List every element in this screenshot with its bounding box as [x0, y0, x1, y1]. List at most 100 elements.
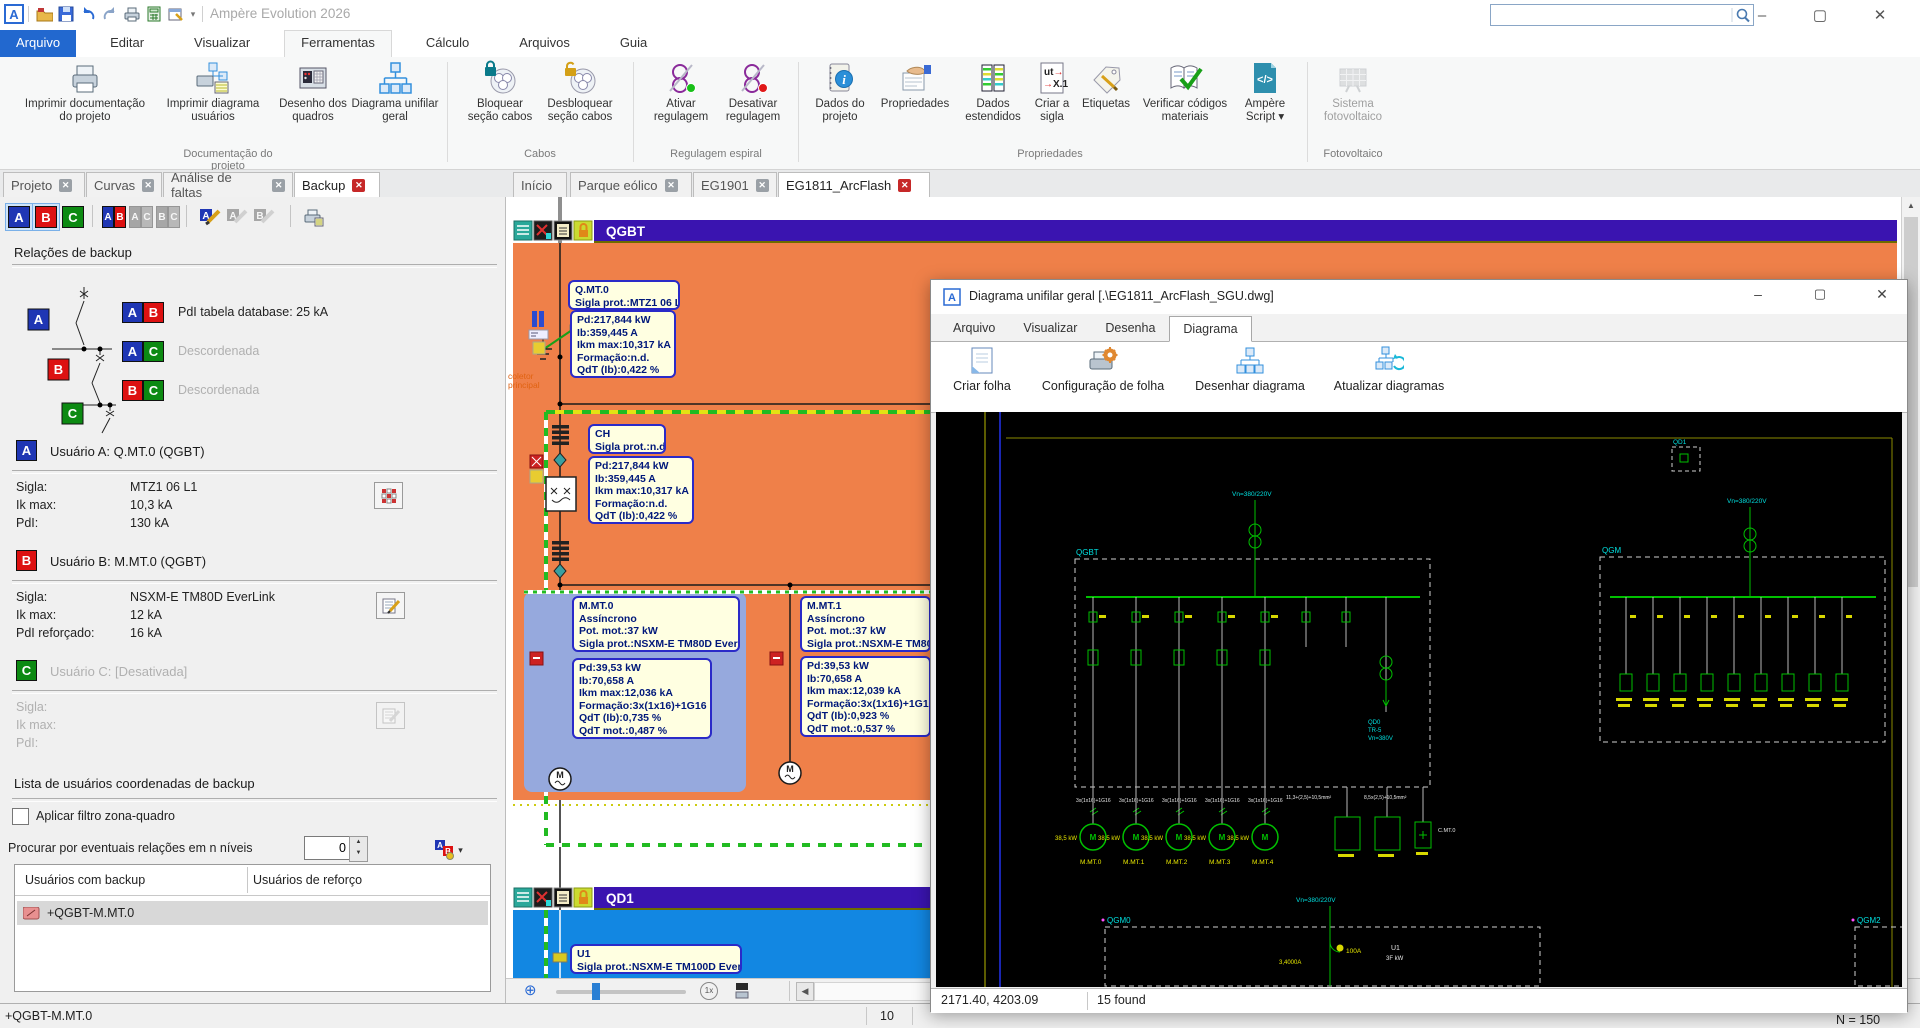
fw-tab-visualizar[interactable]: Visualizar [1009, 315, 1091, 341]
zoom-slider-track[interactable] [556, 990, 686, 994]
configuracao-folha-button[interactable]: Configuração de folha [1033, 346, 1173, 393]
label-mmt1[interactable]: M.MT.1AssíncronoPot. mot.:37 kWSigla pro… [800, 596, 931, 652]
edit-user-a-button[interactable]: A [196, 203, 224, 231]
window-minimize-button[interactable]: – [1742, 2, 1782, 28]
ribbon-imprimir-diagrama-button[interactable]: Imprimir diagrama usuários [152, 60, 274, 146]
fw-tab-arquivo[interactable]: Arquivo [939, 315, 1009, 341]
window-minimize-button[interactable]: – [1743, 286, 1773, 302]
filter-checkbox[interactable] [12, 808, 29, 825]
menu-editar[interactable]: Editar [94, 30, 160, 57]
motor-symbol[interactable]: M [549, 768, 571, 790]
tab-eg1811-arcflash[interactable]: EG1811_ArcFlash✕ [778, 172, 930, 197]
fw-tab-desenha[interactable]: Desenha [1091, 315, 1169, 341]
section-list-icon[interactable] [554, 221, 572, 240]
section-collapse-icon[interactable] [514, 221, 532, 240]
fw-tab-diagrama[interactable]: Diagrama [1169, 316, 1251, 342]
cad-panel-qgbt[interactable] [1075, 559, 1430, 787]
search-input[interactable] [1491, 5, 1731, 25]
tab-projeto[interactable]: Projeto✕ [3, 172, 85, 197]
tab-close-icon[interactable]: ✕ [756, 179, 769, 192]
table-col2-header[interactable]: Usuários de reforço [253, 873, 362, 887]
user-b-edit-button[interactable] [376, 592, 405, 619]
tab-parque-eolico[interactable]: Parque eólico✕ [570, 172, 692, 197]
tab-close-icon[interactable]: ✕ [59, 179, 72, 192]
label-mmt1-data[interactable]: Pd:39,53 kWIb:70,658 AIkm max:12,039 kAF… [800, 656, 931, 737]
menu-visualizar[interactable]: Visualizar [178, 30, 266, 57]
dropdown-caret-icon[interactable]: ▾ [458, 845, 463, 856]
ribbon-verificar-codigos-button[interactable]: Verificar códigos materiais [1135, 60, 1235, 146]
canvas-horizontal-scrollbar[interactable] [814, 982, 932, 1001]
cad-panel-qgm0[interactable] [1105, 927, 1540, 986]
section-delete-icon[interactable] [534, 221, 552, 240]
ribbon-desativar-regulagem-button[interactable]: Desativar regulagem [713, 60, 793, 146]
layers-icon[interactable] [734, 982, 750, 999]
levels-input[interactable] [304, 836, 350, 860]
pair-ab-button[interactable]: AB [100, 203, 128, 231]
ribbon-etiquetas-button[interactable]: Etiquetas [1076, 60, 1136, 146]
tab-curvas[interactable]: Curvas✕ [86, 172, 162, 197]
qgbt-header-bar[interactable] [594, 220, 1897, 241]
tab-close-icon[interactable]: ✕ [665, 179, 678, 192]
print-relations-button[interactable] [300, 203, 328, 231]
ribbon-dados-projeto-button[interactable]: i Dados do projeto [805, 60, 875, 146]
table-row[interactable]: +QGBT-M.MT.0 [17, 901, 488, 925]
table-col1-header[interactable]: Usuários com backup [25, 873, 145, 887]
tab-close-icon[interactable]: ✕ [352, 179, 365, 192]
ribbon-bloquear-secao-button[interactable]: Bloquear seção cabos [462, 60, 538, 146]
search-box[interactable] [1490, 4, 1754, 26]
desenhar-diagrama-button[interactable]: Desenhar diagrama [1186, 346, 1314, 393]
ribbon-imprimir-documentacao-button[interactable]: Imprimir documentação do projeto [18, 60, 152, 146]
breaker-symbol[interactable] [546, 477, 576, 511]
scroll-left-icon[interactable]: ◀ [796, 982, 814, 1001]
label-qmt0-data[interactable]: Pd:217,844 kWIb:359,445 AIkm max:10,317 … [570, 310, 676, 378]
window-close-button[interactable]: ✕ [1867, 286, 1897, 303]
cad-panel-qgm2[interactable] [1855, 927, 1902, 986]
zoom-reset-icon[interactable]: 1x [700, 982, 718, 1000]
menu-arquivos[interactable]: Arquivos [503, 30, 586, 57]
window-maximize-button[interactable]: ▢ [1800, 2, 1840, 28]
qat-dropdown-icon[interactable]: ▾ [188, 4, 198, 24]
levels-spinner[interactable]: ▲▼ [349, 836, 368, 862]
window-close-button[interactable]: ✕ [1860, 2, 1900, 28]
user-a-toggle-button[interactable]: A [5, 203, 33, 231]
label-qmt0[interactable]: Q.MT.0Sigla prot.:MTZ1 06 L1 [568, 280, 680, 310]
label-mmt0[interactable]: M.MT.0AssíncronoPot. mot.:37 kWSigla pro… [572, 596, 740, 652]
scroll-up-icon[interactable]: ▲ [1902, 197, 1920, 214]
zoom-slider-thumb[interactable] [592, 983, 600, 1000]
properties-icon[interactable] [166, 4, 186, 24]
ribbon-ativar-regulagem-button[interactable]: Ativar regulagem [641, 60, 721, 146]
search-relations-button[interactable]: AB ▾ [432, 838, 466, 862]
motor-symbol[interactable]: M [779, 762, 801, 784]
save-icon[interactable] [56, 4, 76, 24]
cad-canvas[interactable]: QGBT Vn=380/220V 3x(1x16)+1G163x(1x16)+1… [936, 412, 1902, 987]
open-project-icon[interactable] [34, 4, 54, 24]
tab-close-icon[interactable]: ✕ [142, 179, 154, 192]
pan-icon[interactable]: ⊕ [524, 981, 537, 999]
ribbon-diagrama-unifilar-button[interactable]: Diagrama unifilar geral [351, 60, 439, 146]
ribbon-desbloquear-secao-button[interactable]: Desbloquear seção cabos [535, 60, 625, 146]
tab-inicio[interactable]: Início [513, 172, 567, 197]
window-maximize-button[interactable]: ▢ [1805, 286, 1835, 302]
atualizar-diagramas-button[interactable]: Atualizar diagramas [1321, 346, 1457, 393]
diagram-window-titlebar[interactable]: A Diagrama unifilar geral [.\EG1811_ArcF… [931, 280, 1907, 315]
undo-icon[interactable] [78, 4, 98, 24]
menu-arquivo[interactable]: Arquivo [0, 30, 76, 57]
print-icon[interactable] [122, 4, 142, 24]
calculator-icon[interactable] [144, 4, 164, 24]
diagram-window[interactable]: A Diagrama unifilar geral [.\EG1811_ArcF… [930, 279, 1908, 1012]
ribbon-desenho-quadros-button[interactable]: Desenho dos quadros [270, 60, 356, 146]
backup-users-table[interactable]: Usuários com backup Usuários de reforço … [14, 864, 491, 992]
user-b-toggle-button[interactable]: B [32, 203, 60, 231]
ribbon-dados-estendidos-button[interactable]: Dados estendidos [958, 60, 1028, 146]
menu-guia[interactable]: Guia [604, 30, 663, 57]
section-lock-icon[interactable] [574, 221, 592, 240]
menu-ferramentas[interactable]: Ferramentas [284, 30, 392, 57]
tab-close-icon[interactable]: ✕ [272, 179, 285, 192]
redo-icon[interactable] [100, 4, 120, 24]
user-c-toggle-button[interactable]: C [59, 203, 87, 231]
cad-panel-qd1[interactable] [1672, 447, 1700, 471]
label-mmt0-data[interactable]: Pd:39,53 kWIb:70,658 AIkm max:12,036 kAF… [572, 658, 712, 739]
qd1-header-bar[interactable] [594, 887, 931, 908]
ribbon-ampere-script-button[interactable]: </> Ampère Script ▾ [1236, 60, 1294, 146]
label-ch-data[interactable]: Pd:217,844 kWIb:359,445 AIkm max:10,317 … [588, 456, 694, 524]
